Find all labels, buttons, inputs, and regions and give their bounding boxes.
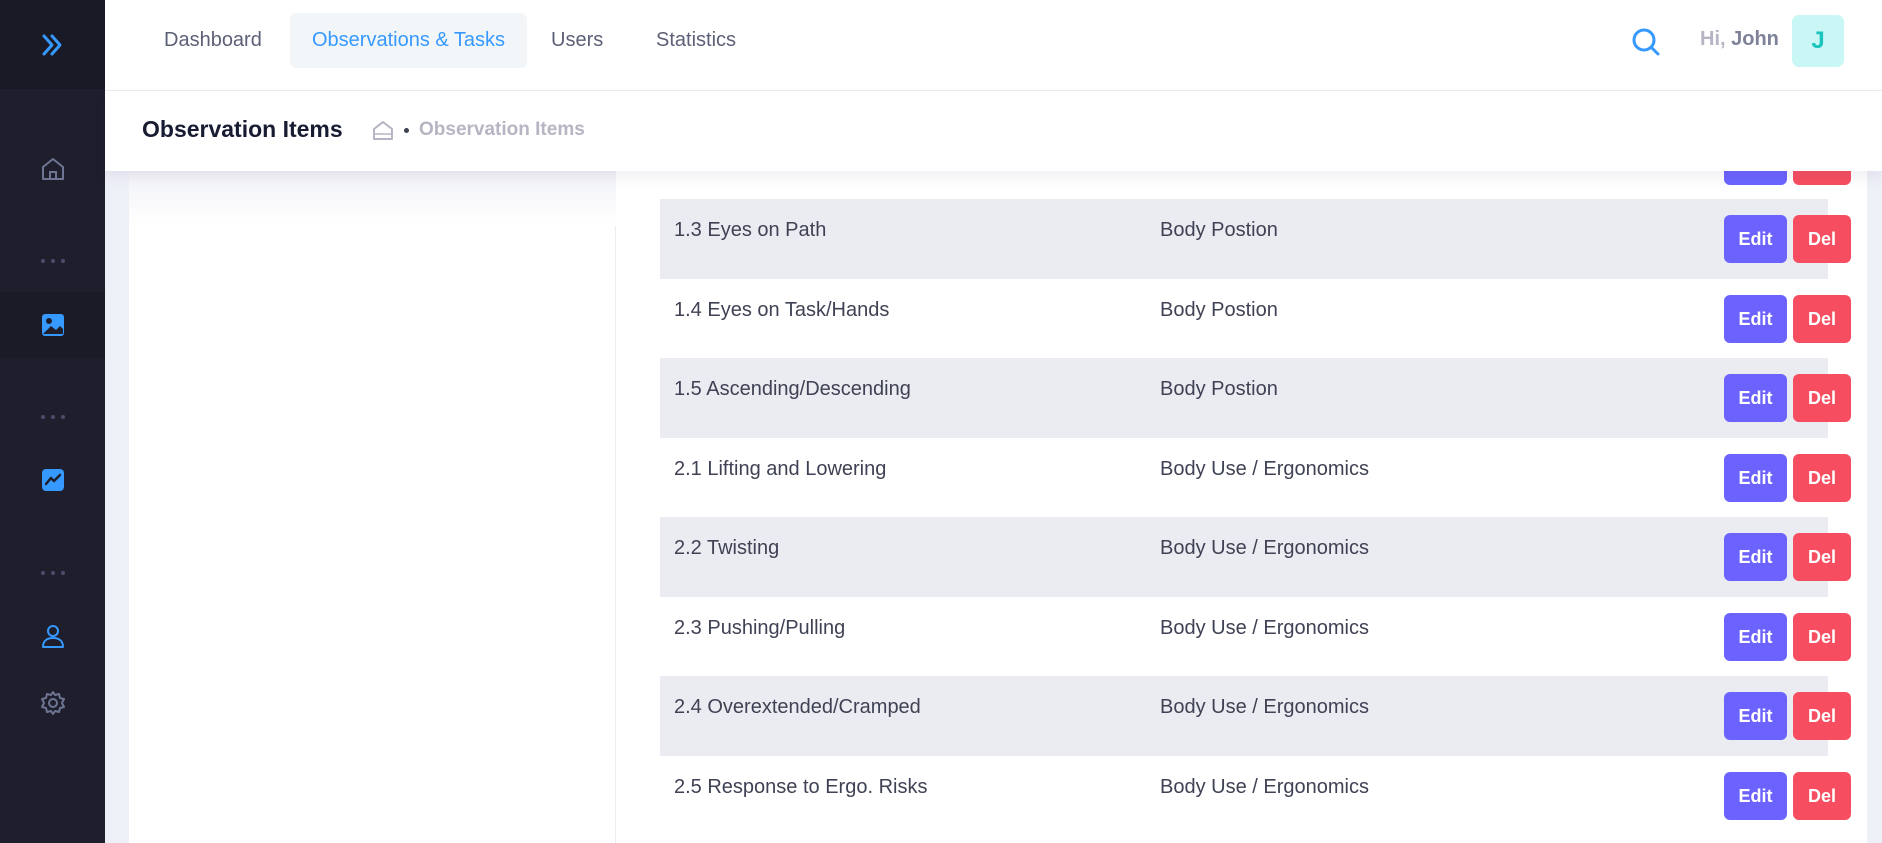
edit-button[interactable]: Edit bbox=[1724, 772, 1787, 820]
sidebar-section-dots bbox=[0, 407, 105, 427]
user-name: John bbox=[1731, 28, 1779, 50]
user-greeting[interactable]: Hi, John bbox=[1700, 28, 1779, 51]
table-row: 1.3 Eyes on Path Body Postion Edit Del bbox=[660, 199, 1851, 279]
gear-icon bbox=[40, 691, 65, 715]
delete-button[interactable]: Del bbox=[1793, 374, 1851, 422]
item-name: 1.5 Ascending/Descending bbox=[674, 378, 911, 400]
search-icon[interactable] bbox=[1630, 26, 1662, 58]
item-name: 2.4 Overextended/Cramped bbox=[674, 696, 921, 718]
chart-icon bbox=[41, 469, 64, 491]
delete-button[interactable]: Del bbox=[1793, 533, 1851, 581]
item-category: Body Use / Ergonomics bbox=[1160, 696, 1369, 718]
left-panel bbox=[129, 171, 616, 843]
top-header: Dashboard Observations & Tasks Users Sta… bbox=[105, 0, 1882, 91]
breadcrumb-current[interactable]: Observation Items bbox=[419, 119, 585, 141]
home-icon bbox=[41, 158, 64, 180]
delete-button[interactable]: Del bbox=[1793, 772, 1851, 820]
item-category: Body Postion bbox=[1160, 378, 1278, 400]
greeting-prefix: Hi, bbox=[1700, 28, 1726, 50]
sidebar-item-statistics[interactable] bbox=[0, 448, 105, 512]
double-chevron-right-icon bbox=[42, 34, 61, 55]
sidebar-item-observations[interactable] bbox=[0, 292, 105, 358]
sidebar-item-users[interactable] bbox=[0, 604, 105, 668]
table-row: 2.5 Response to Ergo. Risks Body Use / E… bbox=[660, 756, 1851, 836]
item-category: Body Use / Ergonomics bbox=[1160, 537, 1369, 559]
item-category: Body Use / Ergonomics bbox=[1160, 617, 1369, 639]
tab-dashboard[interactable]: Dashboard bbox=[142, 13, 284, 68]
item-category: Body Use / Ergonomics bbox=[1160, 458, 1369, 480]
item-category: Body Postion bbox=[1160, 219, 1278, 241]
delete-button[interactable]: Del bbox=[1793, 454, 1851, 502]
item-name: 2.5 Response to Ergo. Risks bbox=[674, 776, 928, 798]
item-category: Body Use / Ergonomics bbox=[1160, 776, 1369, 798]
breadcrumb-home-icon[interactable] bbox=[371, 118, 395, 142]
user-icon bbox=[41, 625, 64, 648]
page-title: Observation Items bbox=[142, 116, 343, 142]
edit-button[interactable]: Edit bbox=[1724, 295, 1787, 343]
item-name: 1.4 Eyes on Task/Hands bbox=[674, 299, 890, 321]
sidebar-item-home[interactable] bbox=[0, 137, 105, 201]
table-row: 1.5 Ascending/Descending Body Postion Ed… bbox=[660, 358, 1851, 438]
table-row: 2.2 Twisting Body Use / Ergonomics Edit … bbox=[660, 517, 1851, 597]
item-name: 1.3 Eyes on Path bbox=[674, 219, 827, 241]
table-row: 2.3 Pushing/Pulling Body Use / Ergonomic… bbox=[660, 597, 1851, 677]
edit-button[interactable]: Edit bbox=[1724, 533, 1787, 581]
delete-button[interactable]: Del bbox=[1793, 613, 1851, 661]
subheader: Observation Items Observation Items bbox=[105, 91, 1882, 171]
tab-users[interactable]: Users bbox=[529, 13, 625, 68]
table-row: 1.4 Eyes on Task/Hands Body Postion Edit… bbox=[660, 279, 1851, 359]
item-category: Body Postion bbox=[1160, 299, 1278, 321]
item-name: 2.2 Twisting bbox=[674, 537, 780, 559]
tab-statistics[interactable]: Statistics bbox=[634, 13, 758, 68]
edit-button[interactable]: Edit bbox=[1724, 613, 1787, 661]
breadcrumb-separator bbox=[404, 128, 409, 133]
item-name: 2.3 Pushing/Pulling bbox=[674, 617, 846, 639]
delete-button[interactable]: Del bbox=[1793, 692, 1851, 740]
item-name: 2.1 Lifting and Lowering bbox=[674, 458, 887, 480]
edit-button[interactable]: Edit bbox=[1724, 454, 1787, 502]
content-card: 1.3 Eyes on Path Body Postion Edit Del 1… bbox=[129, 165, 1867, 843]
sidebar-item-settings[interactable] bbox=[0, 671, 105, 735]
edit-button[interactable]: Edit bbox=[1724, 374, 1787, 422]
edit-button[interactable]: Edit bbox=[1724, 215, 1787, 263]
sidebar-toggle[interactable] bbox=[0, 0, 105, 89]
sidebar-section-dots bbox=[0, 563, 105, 583]
edit-button[interactable]: Edit bbox=[1724, 692, 1787, 740]
image-icon bbox=[41, 314, 64, 336]
table-row: 2.1 Lifting and Lowering Body Use / Ergo… bbox=[660, 438, 1851, 518]
delete-button[interactable]: Del bbox=[1793, 295, 1851, 343]
avatar[interactable]: J bbox=[1792, 15, 1844, 67]
sidebar-section-dots bbox=[0, 251, 105, 271]
table-row: 2.4 Overextended/Cramped Body Use / Ergo… bbox=[660, 676, 1851, 756]
delete-button[interactable]: Del bbox=[1793, 215, 1851, 263]
left-panel-shade bbox=[129, 171, 616, 226]
tab-observations-tasks[interactable]: Observations & Tasks bbox=[290, 13, 528, 68]
sidebar bbox=[0, 0, 105, 843]
